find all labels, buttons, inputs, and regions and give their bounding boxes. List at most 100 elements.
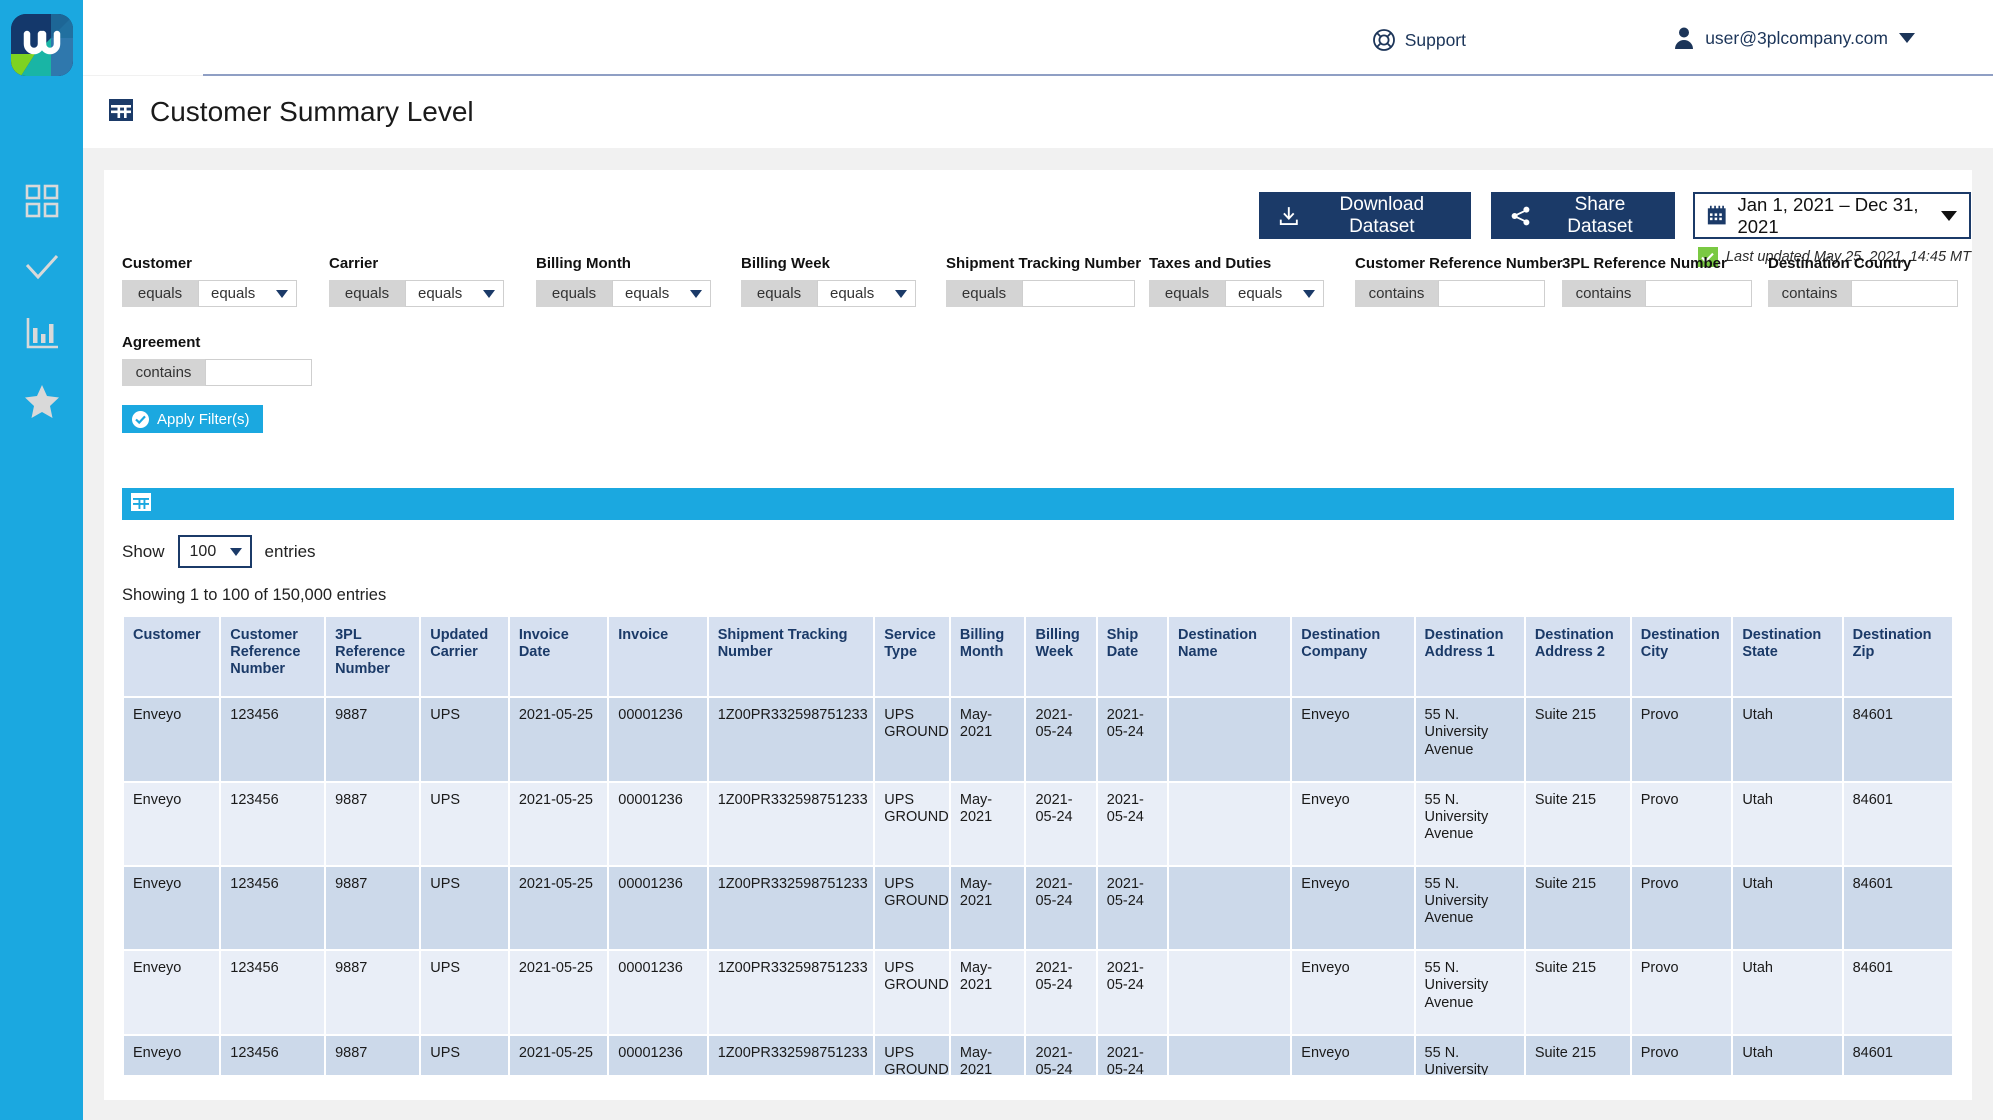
chevron-down-icon [690,289,702,298]
filter-operator-billing-month[interactable]: equals [536,280,612,307]
filter-operator-carrier[interactable]: equals [329,280,405,307]
page-size-select[interactable]: 100 [177,535,252,568]
column-header[interactable]: Destination City [1631,617,1732,697]
filter-input-destination-country[interactable] [1851,280,1958,307]
filter-value-select-taxes-and-duties[interactable]: equals [1225,280,1324,307]
support-link[interactable]: Support [1372,28,1466,52]
date-range-picker[interactable]: Jan 1, 2021 – Dec 31, 2021 [1693,192,1971,239]
table-cell: 1Z00PR332598751233 [708,866,874,950]
table-cell: 84601 [1843,698,1952,781]
column-header[interactable]: Invoice Date [509,617,608,697]
filter-value-select-billing-month[interactable]: equals [612,280,711,307]
entries-label: entries [264,541,316,561]
column-header[interactable]: Billing Month [950,617,1025,697]
filter-label-customer: Customer [122,255,193,272]
data-table-container[interactable]: Customer Customer Reference Number 3PL Ref… [122,615,1954,1075]
share-dataset-button[interactable]: Share Dataset [1491,192,1675,239]
table-row[interactable]: Enveyo 123456 9887 UPS 2021-05-25 00001236 1Z0… [124,698,1952,781]
column-header[interactable]: Updated Carrier [421,617,508,697]
calendar-icon [1707,205,1726,225]
page-size-value: 100 [189,542,217,560]
table-cell: 84601 [1843,951,1952,1034]
column-header[interactable]: Customer Reference Number [221,617,325,697]
table-cell: 2021-05-24 [1097,698,1168,781]
table-cell: Suite 215 [1525,866,1630,950]
table-row[interactable]: Enveyo 123456 9887 UPS 2021-05-25 00001236 1Z0… [124,782,1952,865]
chevron-down-icon [1899,33,1915,43]
table-row[interactable]: Enveyo 123456 9887 UPS 2021-05-25 00001236 1Z0… [124,951,1952,1034]
filter-input-shipment-tracking-number[interactable] [1022,280,1135,307]
sidebar-item-reports[interactable] [0,310,83,356]
filter-operator-shipment-tracking-number[interactable]: equals [946,280,1022,307]
table-cell: Utah [1733,1035,1842,1075]
table-cell: 123456 [221,1035,325,1075]
table-cell: 55 N. University Avenue [1415,782,1524,865]
filter-operator-destination-country[interactable]: contains [1768,280,1851,307]
column-header[interactable]: Invoice [609,617,707,697]
column-header[interactable]: Customer [124,617,220,697]
filter-operator-customer[interactable]: equals [122,280,198,307]
table-cell: 2021-05-24 [1097,866,1168,950]
table-cell: 2021-05-25 [509,951,608,1034]
sidebar-item-tasks[interactable] [0,244,83,290]
column-header[interactable]: Service Type [875,617,949,697]
user-email: user@3plcompany.com [1705,27,1888,48]
filter-label-billing-week: Billing Week [741,255,830,272]
download-dataset-label: Download Dataset [1339,193,1425,237]
column-header[interactable]: 3PL Reference Number [326,617,420,697]
table-cell: 2021-05-25 [509,698,608,781]
sidebar-item-favorites[interactable] [0,378,83,424]
filter-control-carrier: equals equals [329,280,504,307]
table-cell: May-2021 [950,1035,1025,1075]
table-cell [1169,1035,1291,1075]
table-cell: Utah [1733,866,1842,950]
filter-value-select-customer[interactable]: equals [198,280,297,307]
filter-operator-agreement[interactable]: contains [122,359,205,386]
filter-label-3pl-reference-number: 3PL Reference Number [1562,255,1727,272]
table-cell: 9887 [326,951,420,1034]
table-cell: Provo [1631,1035,1732,1075]
star-icon [24,385,59,418]
table-cell: Enveyo [124,782,220,865]
table-cell: UPS [421,866,508,950]
table-cell: 84601 [1843,866,1952,950]
table-cell: Enveyo [124,951,220,1034]
column-header[interactable]: Destination Address 1 [1415,617,1524,697]
filter-operator-3pl-reference-number[interactable]: contains [1562,280,1645,307]
app-logo[interactable] [11,14,73,76]
filter-operator-customer-reference-number[interactable]: contains [1355,280,1438,307]
user-account-menu[interactable]: user@3plcompany.com [1674,27,1915,49]
filter-input-agreement[interactable] [205,359,312,386]
filter-operator-taxes-and-duties[interactable]: equals [1149,280,1225,307]
table-cell: Provo [1631,782,1732,865]
apply-filters-button[interactable]: Apply Filter(s) [122,405,263,433]
column-header[interactable]: Destination State [1733,617,1842,697]
sidebar-item-dashboard[interactable] [0,178,83,224]
table-cell: 2021-05-24 [1026,866,1096,950]
download-dataset-button[interactable]: Download Dataset [1259,192,1471,239]
filter-operator-billing-week[interactable]: equals [741,280,817,307]
column-header[interactable]: Ship Date [1097,617,1168,697]
filter-value-select-billing-week[interactable]: equals [817,280,916,307]
table-cell: 2021-05-24 [1097,951,1168,1034]
table-row[interactable]: Enveyo 123456 9887 UPS 2021-05-25 00001236 1Z0… [124,866,1952,950]
table-cell: 2021-05-25 [509,1035,608,1075]
column-header[interactable]: Billing Week [1026,617,1096,697]
table-cell: Provo [1631,951,1732,1034]
filter-value-select-carrier[interactable]: equals [405,280,504,307]
filter-control-customer-reference-number: contains [1355,280,1563,307]
table-row[interactable]: Enveyo 123456 9887 UPS 2021-05-25 00001236 1Z0… [124,1035,1952,1075]
support-label: Support [1404,29,1466,50]
table-cell: 2021-05-25 [509,782,608,865]
filter-value-billing-month: equals [625,285,670,302]
column-header[interactable]: Destination Name [1169,617,1291,697]
download-icon [1279,206,1298,225]
filter-input-customer-reference-number[interactable] [1438,280,1545,307]
filter-input-3pl-reference-number[interactable] [1645,280,1752,307]
column-header[interactable]: Shipment Tracking Number [708,617,874,697]
column-header[interactable]: Destination Address 2 [1525,617,1630,697]
filter-label-billing-month: Billing Month [536,255,631,272]
apply-filters-label: Apply Filter(s) [157,410,250,428]
column-header[interactable]: Destination Company [1292,617,1414,697]
column-header[interactable]: Destination Zip [1843,617,1952,697]
